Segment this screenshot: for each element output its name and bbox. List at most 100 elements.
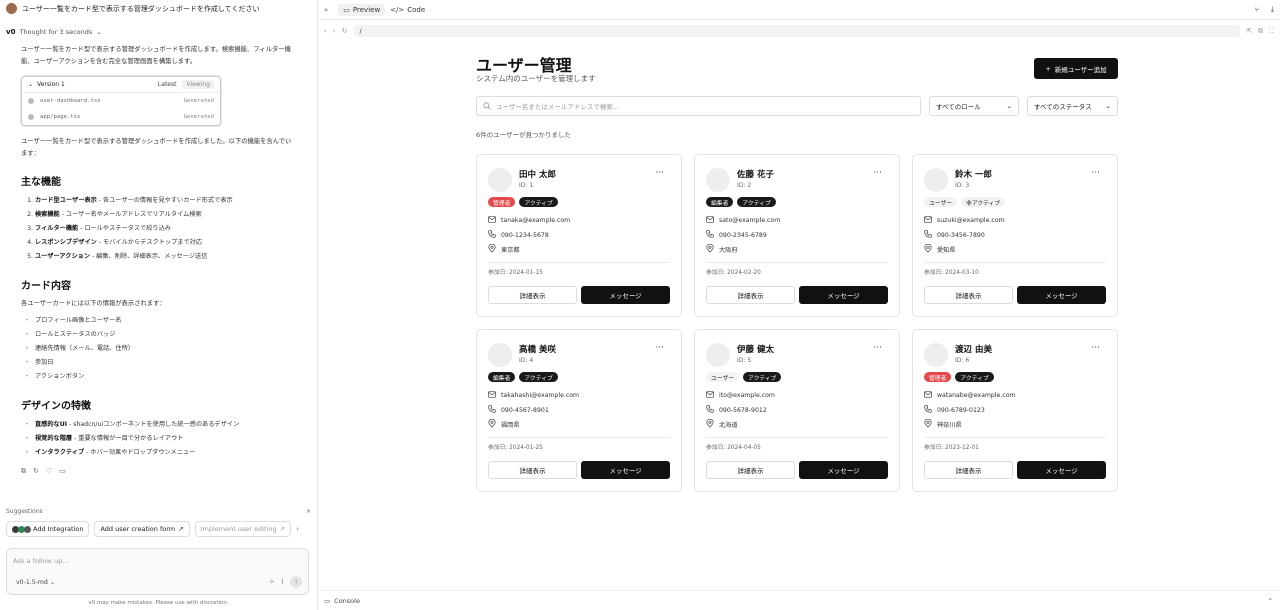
content-list: プロフィール画像とユーザー名 ロールとステータスのバッジ 連絡先情報（メール、電… bbox=[0, 314, 317, 384]
fullscreen-icon[interactable]: ⛶ bbox=[1269, 27, 1274, 36]
git-branch-icon[interactable]: ⑂ bbox=[1255, 6, 1259, 14]
plus-icon: + bbox=[1045, 64, 1051, 73]
user-location: 福岡県 bbox=[501, 422, 520, 429]
list-item: ロールとステータスのバッジ bbox=[25, 328, 317, 342]
status-badge: アクティブ bbox=[737, 197, 776, 207]
chevron-down-icon: ⌄ bbox=[96, 28, 102, 36]
role-filter-select[interactable]: すべてのロール ⌄ bbox=[929, 96, 1019, 116]
phone-icon bbox=[924, 405, 932, 415]
version-file-row[interactable]: user-dashboard.tsx Generated bbox=[22, 93, 220, 109]
view-details-button[interactable]: 詳細表示 bbox=[488, 461, 577, 479]
user-phone: 090-1234-5678 bbox=[501, 231, 549, 239]
user-name: 田中 太郎 bbox=[519, 170, 556, 180]
map-pin-icon bbox=[924, 418, 932, 430]
user-location: 大阪府 bbox=[719, 247, 738, 254]
paperclip-icon[interactable]: ⌇ bbox=[281, 578, 284, 586]
console-bar[interactable]: ▭ Console ⌃ bbox=[318, 590, 1279, 610]
more-options-icon[interactable]: ··· bbox=[1091, 168, 1100, 178]
join-date: 参加日: 2024-01-15 bbox=[488, 270, 543, 276]
thumbs-up-icon[interactable]: ♡ bbox=[46, 467, 52, 476]
mail-icon bbox=[924, 391, 932, 400]
user-email: suzuki@example.com bbox=[937, 217, 1005, 224]
list-item: 直感的なUI - shadcn/uiコンポーネントを使用した統一感のあるデザイン bbox=[25, 418, 317, 432]
follow-up-input[interactable]: Ask a follow up... bbox=[13, 557, 68, 565]
suggestion-chip[interactable]: Implement user editing ↗ bbox=[194, 521, 292, 537]
user-email: sato@example.com bbox=[719, 217, 781, 224]
divider bbox=[924, 437, 1106, 438]
list-item: フィルター機能 - ロールやステータスで絞り込み bbox=[35, 222, 317, 236]
more-options-icon[interactable]: ··· bbox=[1091, 343, 1100, 353]
phone-row: 090-3456-7890 bbox=[924, 230, 985, 240]
copy-icon[interactable]: ⧉ bbox=[21, 467, 26, 476]
check-circle-icon bbox=[28, 98, 34, 104]
location-row: 愛知県 bbox=[924, 243, 956, 255]
download-icon[interactable]: ⤓ bbox=[1271, 5, 1274, 14]
chevron-right-icon[interactable]: › bbox=[296, 525, 299, 533]
search-input[interactable]: ユーザー名またはメールアドレスで検索... bbox=[476, 96, 921, 116]
version-file-row[interactable]: app/page.tsx Generated bbox=[22, 109, 220, 125]
send-message-button[interactable]: メッセージ bbox=[1017, 286, 1106, 304]
view-details-button[interactable]: 詳細表示 bbox=[924, 461, 1013, 479]
send-button[interactable]: ↑ bbox=[290, 576, 302, 588]
add-user-button[interactable]: + 新規ユーザー追加 bbox=[1034, 58, 1118, 79]
url-input[interactable]: / bbox=[353, 25, 1241, 37]
section-desc: 各ユーザーカードには以下の情報が表示されます： bbox=[21, 300, 166, 307]
more-options-icon[interactable]: ··· bbox=[655, 168, 664, 178]
divider bbox=[488, 437, 670, 438]
comment-icon[interactable]: ▭ bbox=[59, 467, 66, 476]
refresh-icon[interactable]: ↻ bbox=[342, 27, 348, 35]
window-icon: ▭ bbox=[343, 5, 350, 14]
console-label: Console bbox=[334, 596, 360, 605]
chevron-down-icon: ⌄ bbox=[1105, 102, 1111, 110]
tab-code[interactable]: </> Code bbox=[385, 4, 430, 16]
list-item: 検索機能 - ユーザー名やメールアドレスでリアルタイム検索 bbox=[35, 208, 317, 222]
view-details-button[interactable]: 詳細表示 bbox=[706, 286, 795, 304]
arrow-up-right-icon: ↗ bbox=[279, 525, 286, 533]
chat-composer[interactable]: Ask a follow up... v0-1.5-md ⌄ ✧ ⌇ ↑ bbox=[6, 548, 309, 595]
user-email: watanabe@example.com bbox=[937, 392, 1016, 399]
more-options-icon[interactable]: ··· bbox=[655, 343, 664, 353]
expand-panel-icon[interactable]: » bbox=[324, 6, 328, 14]
location-row: 福岡県 bbox=[488, 418, 520, 430]
back-icon[interactable]: ‹ bbox=[324, 27, 327, 35]
suggestion-chip[interactable]: Add Integration bbox=[6, 521, 90, 537]
status-filter-select[interactable]: すべてのステータス ⌄ bbox=[1027, 96, 1118, 116]
message-actions: ⧉ ↻ ♡ ▭ bbox=[0, 467, 317, 476]
divider bbox=[924, 262, 1106, 263]
send-message-button[interactable]: メッセージ bbox=[581, 461, 670, 479]
view-details-button[interactable]: 詳細表示 bbox=[924, 286, 1013, 304]
result-count: 6件のユーザーが見つかりました bbox=[476, 131, 572, 139]
phone-row: 090-4567-8901 bbox=[488, 405, 549, 415]
more-options-icon[interactable]: ··· bbox=[873, 168, 882, 178]
send-message-button[interactable]: メッセージ bbox=[581, 286, 670, 304]
send-message-button[interactable]: メッセージ bbox=[1017, 461, 1106, 479]
more-options-icon[interactable]: ··· bbox=[873, 343, 882, 353]
user-name: 高橋 美咲 bbox=[519, 345, 556, 355]
view-details-button[interactable]: 詳細表示 bbox=[706, 461, 795, 479]
view-details-button[interactable]: 詳細表示 bbox=[488, 286, 577, 304]
external-link-icon[interactable]: ⧉ bbox=[1258, 27, 1263, 36]
mail-icon bbox=[706, 391, 714, 400]
phone-icon bbox=[488, 230, 496, 240]
avatar bbox=[488, 168, 512, 192]
chevron-up-icon[interactable]: ⌃ bbox=[1268, 597, 1273, 605]
send-message-button[interactable]: メッセージ bbox=[799, 461, 888, 479]
version-card[interactable]: ⌄ Version 1 Latest Viewing user-dashboar… bbox=[21, 76, 221, 126]
close-icon[interactable]: × bbox=[306, 508, 311, 515]
select-icon[interactable]: ⇱ bbox=[1246, 27, 1252, 35]
join-date: 参加日: 2024-01-25 bbox=[488, 445, 543, 451]
email-row: watanabe@example.com bbox=[924, 391, 1016, 400]
tab-preview[interactable]: ▭ Preview bbox=[338, 3, 386, 16]
user-id: ID: 1 bbox=[519, 182, 534, 189]
chevron-down-icon: ⌄ bbox=[1006, 102, 1012, 110]
forward-icon[interactable]: › bbox=[333, 27, 336, 35]
sparkle-icon[interactable]: ✧ bbox=[269, 578, 275, 586]
thought-toggle[interactable]: v0 Thought for 3 seconds ⌄ bbox=[0, 28, 317, 36]
send-message-button[interactable]: メッセージ bbox=[799, 286, 888, 304]
thought-label: Thought for 3 seconds bbox=[19, 28, 93, 36]
avatar bbox=[488, 343, 512, 367]
location-row: 北海道 bbox=[706, 418, 738, 430]
suggestion-chip[interactable]: Add user creation form ↗ bbox=[94, 521, 190, 537]
model-select[interactable]: v0-1.5-md ⌄ bbox=[16, 579, 55, 586]
retry-icon[interactable]: ↻ bbox=[33, 467, 39, 476]
